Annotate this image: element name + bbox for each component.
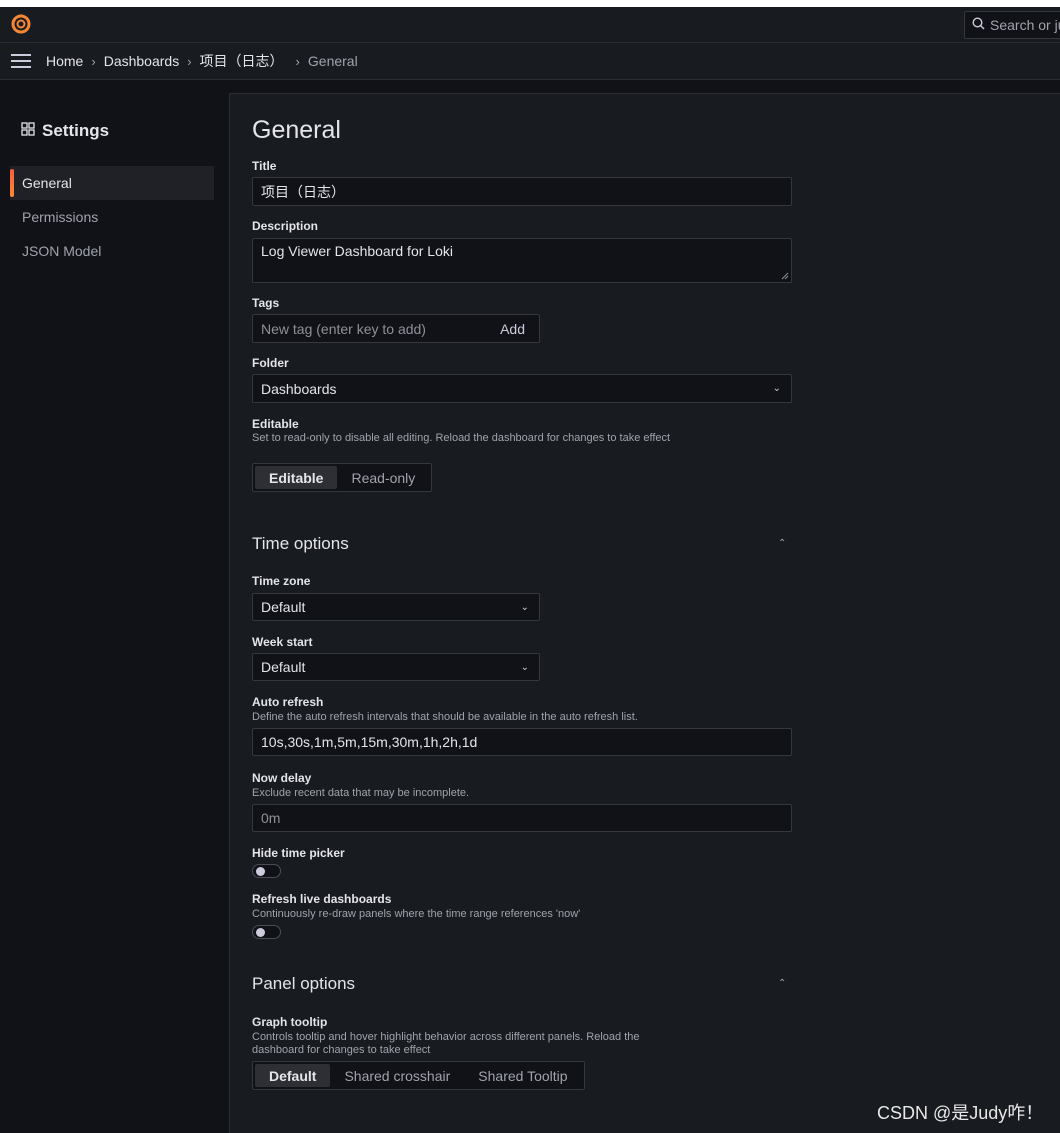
time-options-heading: Time options xyxy=(252,534,349,553)
refresh-live-toggle[interactable] xyxy=(252,925,281,939)
editable-radio-group: Editable Read-only xyxy=(252,463,433,492)
tags-placeholder: New tag (enter key to add) xyxy=(261,320,426,337)
description-label: Description xyxy=(252,219,319,233)
editable-option[interactable]: Editable xyxy=(255,466,338,489)
folder-value: Dashboards xyxy=(261,380,337,397)
settings-content: General Title 项目（日志） Description Log Vie… xyxy=(229,93,1060,1133)
now-delay-input[interactable]: 0m xyxy=(252,804,792,832)
search-placeholder: Search or ju xyxy=(990,17,1060,33)
breadcrumb-dashboards[interactable]: Dashboards xyxy=(104,53,180,69)
chevron-up-icon[interactable]: ⌃ xyxy=(778,978,786,989)
read-only-option[interactable]: Read-only xyxy=(337,466,429,489)
now-delay-label: Now delay xyxy=(252,771,312,785)
breadcrumb-dashboard[interactable]: 项目（日志） xyxy=(200,51,284,71)
chevron-right-icon: › xyxy=(187,53,192,69)
hide-time-picker-label: Hide time picker xyxy=(252,846,345,860)
chevron-up-icon[interactable]: ⌃ xyxy=(778,538,786,549)
tags-label: Tags xyxy=(252,296,280,310)
editable-description: Set to read-only to disable all editing.… xyxy=(252,432,671,444)
auto-refresh-description: Define the auto refresh intervals that s… xyxy=(252,711,638,723)
now-delay-placeholder: 0m xyxy=(261,810,281,826)
folder-select[interactable]: Dashboards ⌄ xyxy=(252,374,792,403)
chevron-right-icon: › xyxy=(295,53,300,69)
folder-label: Folder xyxy=(252,356,289,370)
auto-refresh-input[interactable]: 10s,30s,1m,5m,15m,30m,1h,2h,1d xyxy=(252,728,792,756)
tags-input[interactable]: New tag (enter key to add) Add xyxy=(252,314,540,343)
tooltip-shared-crosshair-option[interactable]: Shared crosshair xyxy=(330,1064,464,1087)
tooltip-shared-tooltip-option[interactable]: Shared Tooltip xyxy=(464,1064,581,1087)
resize-handle-icon[interactable] xyxy=(781,272,789,280)
page-title: General xyxy=(252,116,341,144)
sidebar-item-label: JSON Model xyxy=(22,243,102,259)
description-value: Log Viewer Dashboard for Loki xyxy=(261,243,453,259)
chevron-right-icon: › xyxy=(91,53,96,69)
search-box[interactable]: Search or ju xyxy=(964,11,1060,39)
refresh-live-description: Continuously re-draw panels where the ti… xyxy=(252,908,581,920)
auto-refresh-label: Auto refresh xyxy=(252,695,324,709)
tooltip-default-option[interactable]: Default xyxy=(255,1064,331,1087)
chevron-down-icon: ⌄ xyxy=(520,661,529,673)
week-start-value: Default xyxy=(261,659,306,675)
title-label: Title xyxy=(252,159,277,173)
timezone-label: Time zone xyxy=(252,574,311,588)
sidebar-item-label: Permissions xyxy=(22,209,99,225)
sidebar-item-permissions[interactable]: Permissions xyxy=(10,200,214,234)
menu-icon[interactable] xyxy=(11,54,31,68)
sidebar-item-label: General xyxy=(22,175,72,191)
breadcrumb-current: General xyxy=(307,53,358,69)
week-start-select[interactable]: Default ⌄ xyxy=(252,653,540,681)
breadcrumb-home[interactable]: Home xyxy=(46,53,83,69)
grafana-logo-icon[interactable] xyxy=(10,13,32,35)
auto-refresh-value: 10s,30s,1m,5m,15m,30m,1h,2h,1d xyxy=(261,734,478,750)
sidebar-item-json-model[interactable]: JSON Model xyxy=(10,234,214,268)
now-delay-description: Exclude recent data that may be incomple… xyxy=(252,787,470,799)
editable-label: Editable xyxy=(252,417,299,431)
refresh-live-label: Refresh live dashboards xyxy=(252,892,392,906)
settings-sidebar: Settings General Permissions JSON Model xyxy=(0,80,229,1129)
description-textarea[interactable]: Log Viewer Dashboard for Loki xyxy=(252,238,792,283)
title-input-value: 项目（日志） xyxy=(261,183,345,200)
timezone-select[interactable]: Default ⌄ xyxy=(252,593,540,621)
settings-title-label: Settings xyxy=(42,121,110,140)
graph-tooltip-label: Graph tooltip xyxy=(252,1015,328,1029)
search-icon xyxy=(972,17,985,33)
breadcrumb-bar: Home › Dashboards › 项目（日志） › General xyxy=(0,43,1060,80)
week-start-label: Week start xyxy=(252,635,313,649)
top-bar: Search or ju xyxy=(0,7,1060,43)
title-input[interactable]: 项目（日志） xyxy=(252,177,792,206)
panel-options-heading: Panel options xyxy=(252,974,356,993)
chevron-down-icon: ⌄ xyxy=(772,383,781,394)
graph-tooltip-radio-group: Default Shared crosshair Shared Tooltip xyxy=(252,1061,585,1090)
toggle-knob xyxy=(256,867,265,876)
sidebar-item-general[interactable]: General xyxy=(10,166,214,200)
top-strip xyxy=(0,0,1060,7)
add-tag-button[interactable]: Add xyxy=(500,321,525,337)
chevron-down-icon: ⌄ xyxy=(520,601,529,613)
grid-icon xyxy=(21,121,35,141)
graph-tooltip-description: Controls tooltip and hover highlight beh… xyxy=(252,1031,640,1056)
timezone-value: Default xyxy=(261,599,306,615)
hide-time-picker-toggle[interactable] xyxy=(252,864,281,878)
toggle-knob xyxy=(256,928,265,937)
watermark-text: CSDN @是Judy咋！ xyxy=(877,1103,1044,1123)
settings-title: Settings xyxy=(21,121,109,141)
